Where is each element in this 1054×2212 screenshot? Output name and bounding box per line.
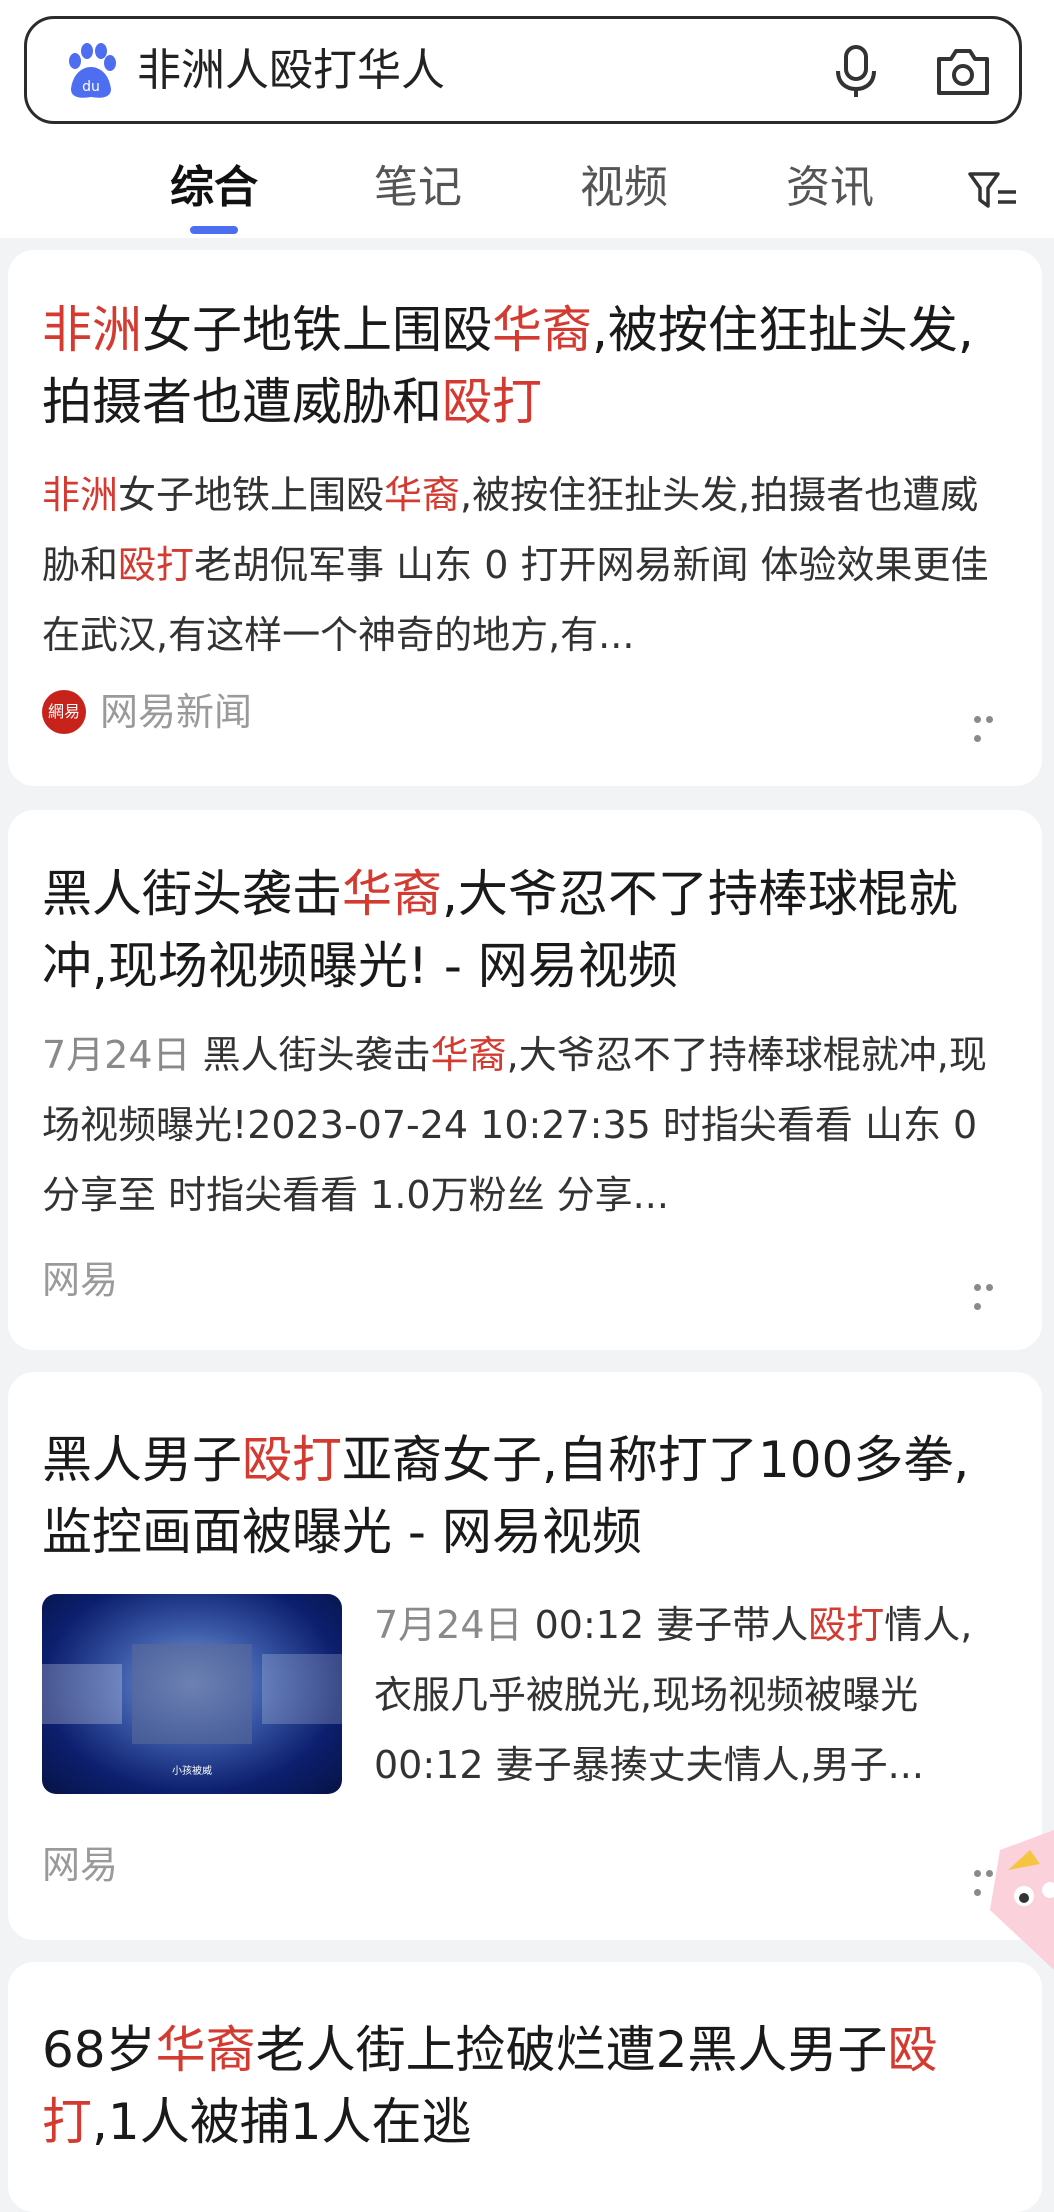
result-title[interactable]: 黑人街头袭击华裔,大爷忍不了持棒球棍就冲,现场视频曝光! - 网易视频: [42, 858, 1008, 1002]
result-card[interactable]: 68岁华裔老人街上捡破烂遭2黑人男子殴打,1人被捕1人在逃: [8, 1962, 1042, 2212]
result-title[interactable]: 黑人男子殴打亚裔女子,自称打了100多拳,监控画面被曝光 - 网易视频: [42, 1424, 1008, 1568]
baidu-logo-icon[interactable]: du: [63, 43, 117, 99]
text-segment: 女子地铁上围殴: [118, 473, 385, 517]
highlight-term: 华裔: [430, 1033, 507, 1077]
microphone-icon[interactable]: [833, 45, 879, 99]
text-segment: 女子地铁上围殴: [142, 301, 492, 359]
result-date: 7月24日: [374, 1603, 523, 1647]
result-snippet: 7月24日 00:12 妻子带人殴打情人,衣服几乎被脱光,现场视频被曝光 00:…: [374, 1590, 1008, 1800]
highlight-term: 非洲: [42, 301, 142, 359]
camera-icon[interactable]: [935, 45, 991, 99]
tab-all[interactable]: 综合: [170, 158, 258, 218]
result-snippet: 非洲女子地铁上围殴华裔,被按住狂扯头发,拍摄者也遭威胁和殴打老胡侃军事 山东 0…: [42, 460, 1008, 670]
result-card[interactable]: 非洲女子地铁上围殴华裔,被按住狂扯头发,拍摄者也遭威胁和殴打 非洲女子地铁上围殴…: [8, 250, 1042, 786]
result-card[interactable]: 黑人男子殴打亚裔女子,自称打了100多拳,监控画面被曝光 - 网易视频 小孩被威…: [8, 1372, 1042, 1940]
text-segment: 黑人街头袭击: [202, 1033, 431, 1077]
result-title[interactable]: 68岁华裔老人街上捡破烂遭2黑人男子殴打,1人被捕1人在逃: [42, 2014, 1008, 2158]
text-segment: 黑人街头袭击: [42, 865, 342, 923]
search-bar[interactable]: du 非洲人殴打华人: [24, 16, 1022, 124]
result-date: 7月24日: [42, 1033, 191, 1077]
text-segment: 00:12 妻子带人: [534, 1603, 809, 1647]
highlight-term: 殴打: [118, 543, 195, 587]
filter-icon[interactable]: [968, 170, 1018, 214]
highlight-term: 殴打: [808, 1603, 885, 1647]
tab-news[interactable]: 资讯: [786, 158, 874, 218]
highlight-term: 非洲: [42, 473, 119, 517]
tab-bar: 综合 笔记 视频 资讯: [0, 140, 1054, 238]
result-title[interactable]: 非洲女子地铁上围殴华裔,被按住狂扯头发,拍摄者也遭威胁和殴打: [42, 294, 1008, 438]
more-icon[interactable]: [974, 708, 1008, 742]
result-source[interactable]: 网易新闻: [100, 687, 252, 737]
svg-text:du: du: [82, 79, 100, 95]
tab-notes[interactable]: 笔记: [374, 158, 462, 218]
result-source[interactable]: 网易: [42, 1840, 118, 1890]
source-logo-icon: 網易: [42, 690, 86, 734]
tab-video[interactable]: 视频: [580, 158, 668, 218]
text-segment: 老人街上捡破烂遭2黑人男子: [255, 2021, 888, 2079]
header: du 非洲人殴打华人 综合 笔记 视频 资讯: [0, 0, 1054, 238]
result-snippet: 7月24日 黑人街头袭击华裔,大爷忍不了持棒球棍就冲,现场视频曝光!2023-0…: [42, 1020, 1008, 1230]
floating-mascot-icon[interactable]: [980, 1830, 1054, 1970]
highlight-term: 华裔: [492, 301, 592, 359]
thumbnail-caption: 小孩被威: [172, 1764, 212, 1777]
text-segment: 黑人男子: [42, 1431, 242, 1489]
result-card[interactable]: 黑人街头袭击华裔,大爷忍不了持棒球棍就冲,现场视频曝光! - 网易视频 7月24…: [8, 810, 1042, 1350]
highlight-term: 华裔: [342, 865, 442, 923]
text-segment: ,1人被捕1人在逃: [92, 2093, 472, 2151]
video-thumbnail[interactable]: 小孩被威: [42, 1594, 342, 1794]
highlight-term: 华裔: [155, 2021, 256, 2079]
result-source[interactable]: 网易: [42, 1255, 118, 1305]
highlight-term: 华裔: [384, 473, 461, 517]
thumbnail-art: 小孩被威: [42, 1644, 342, 1777]
active-tab-indicator: [190, 226, 238, 234]
highlight-term: 殴打: [442, 373, 542, 431]
highlight-term: 殴打: [242, 1431, 342, 1489]
more-icon[interactable]: [974, 1276, 1008, 1310]
search-input[interactable]: 非洲人殴打华人: [137, 41, 445, 101]
text-segment: 68岁: [42, 2021, 156, 2079]
